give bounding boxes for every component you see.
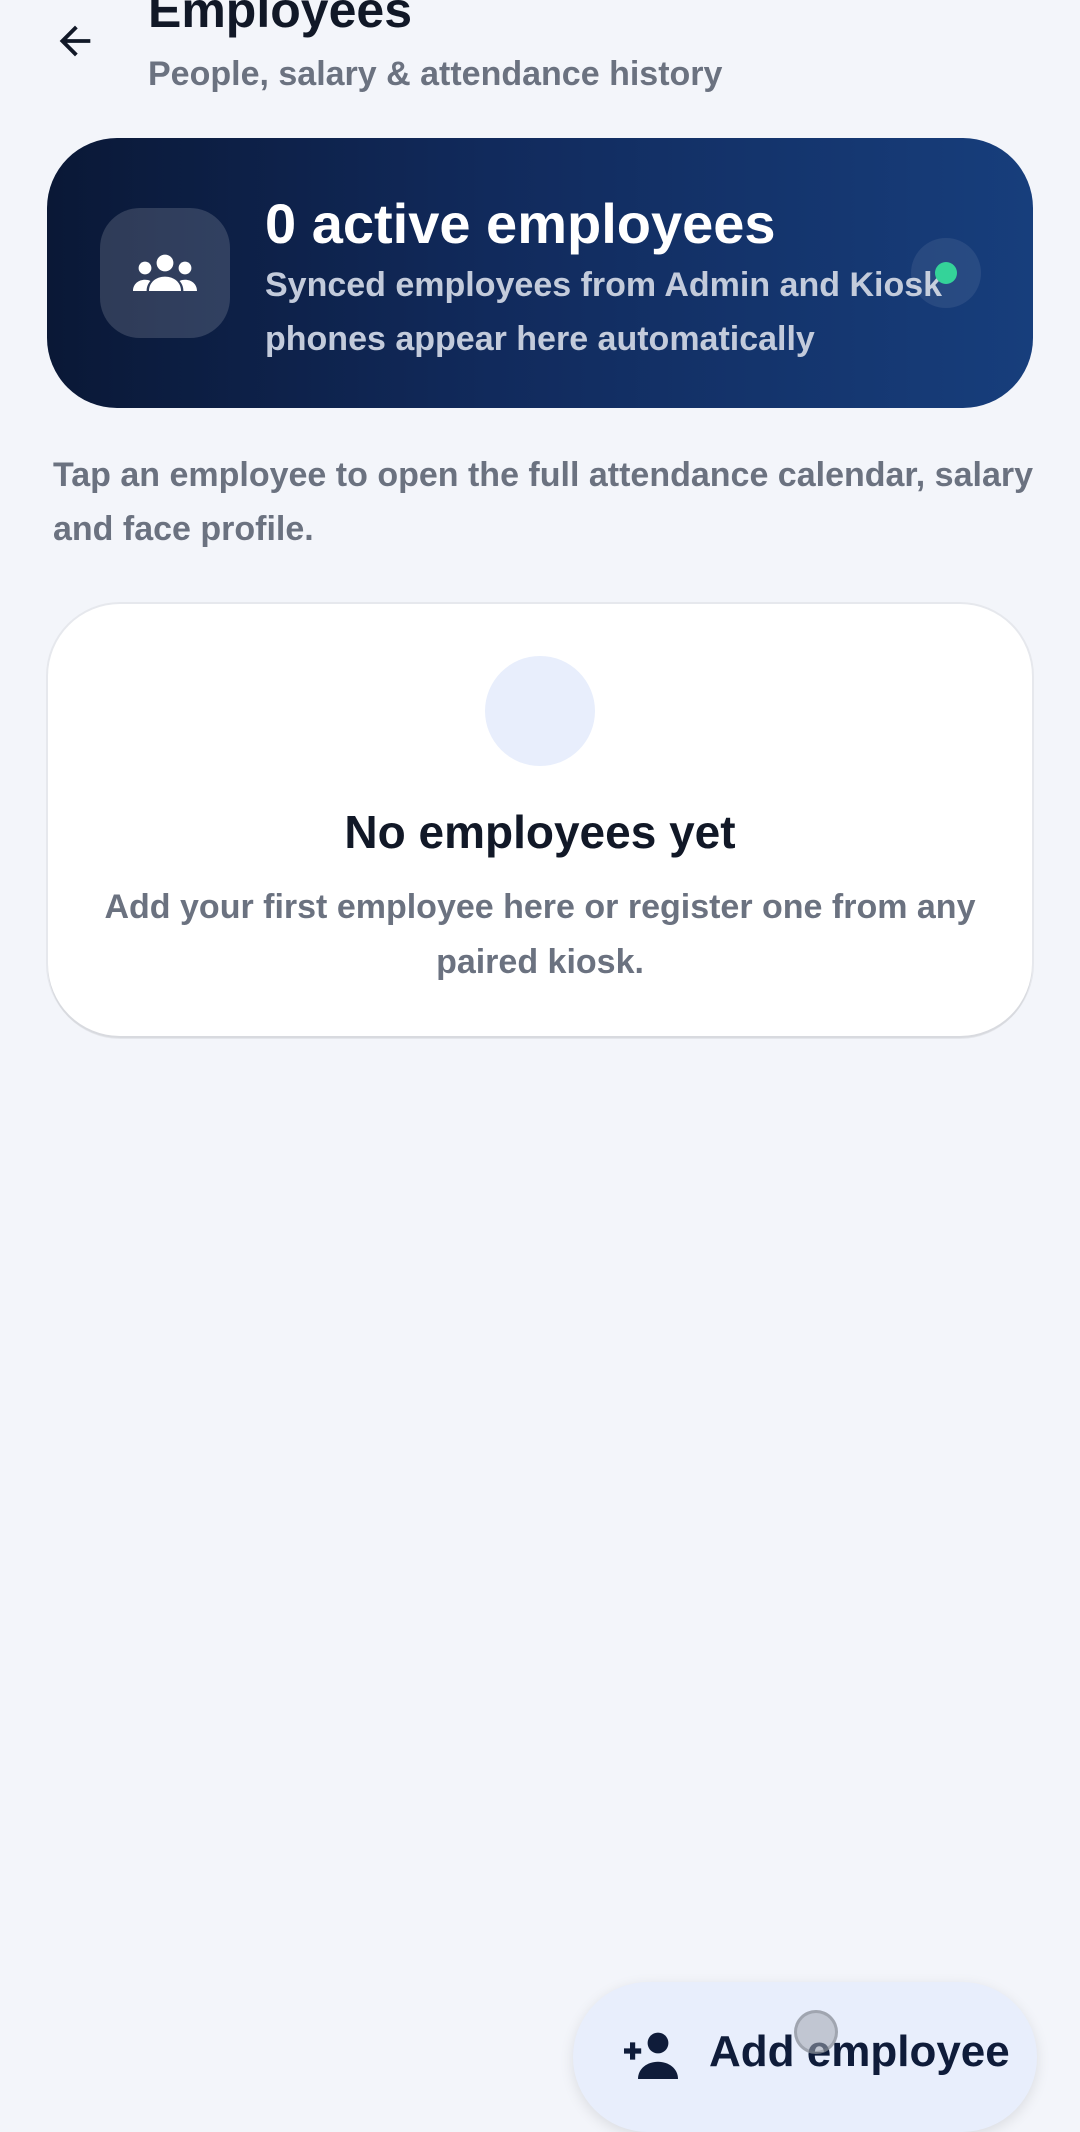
back-button[interactable] (40, 6, 110, 76)
add-employee-button[interactable]: Add employee (573, 1982, 1037, 2132)
active-employees-count: 0 active employees (265, 192, 776, 255)
empty-state-description: Add your first employee here or register… (104, 888, 976, 981)
active-employees-summary-card: 0 active employees Synced employees from… (47, 138, 1033, 408)
employee-hint-text: Tap an employee to open the full attenda… (53, 456, 1033, 548)
add-employee-label: Add employee (709, 2027, 1010, 2076)
page-title: Employees (148, 0, 413, 38)
group-icon-tile (100, 208, 230, 338)
person-add-icon (624, 2032, 678, 2079)
top-app-bar: Employees People, salary & attendance hi… (0, 0, 1080, 110)
empty-state-card: No employees yet Add your first employee… (48, 604, 1032, 1036)
empty-state-title: No employees yet (344, 806, 736, 858)
empty-state-illustration-icon (485, 656, 595, 766)
arrow-left-icon (59, 25, 91, 57)
sync-description: Synced employees from Admin and Kiosk ph… (265, 266, 943, 358)
page-subtitle: People, salary & attendance history (148, 55, 723, 93)
touch-indicator (794, 2010, 838, 2054)
group-icon (133, 254, 197, 291)
status-dot-icon (935, 262, 957, 284)
sync-status-indicator (911, 238, 981, 308)
